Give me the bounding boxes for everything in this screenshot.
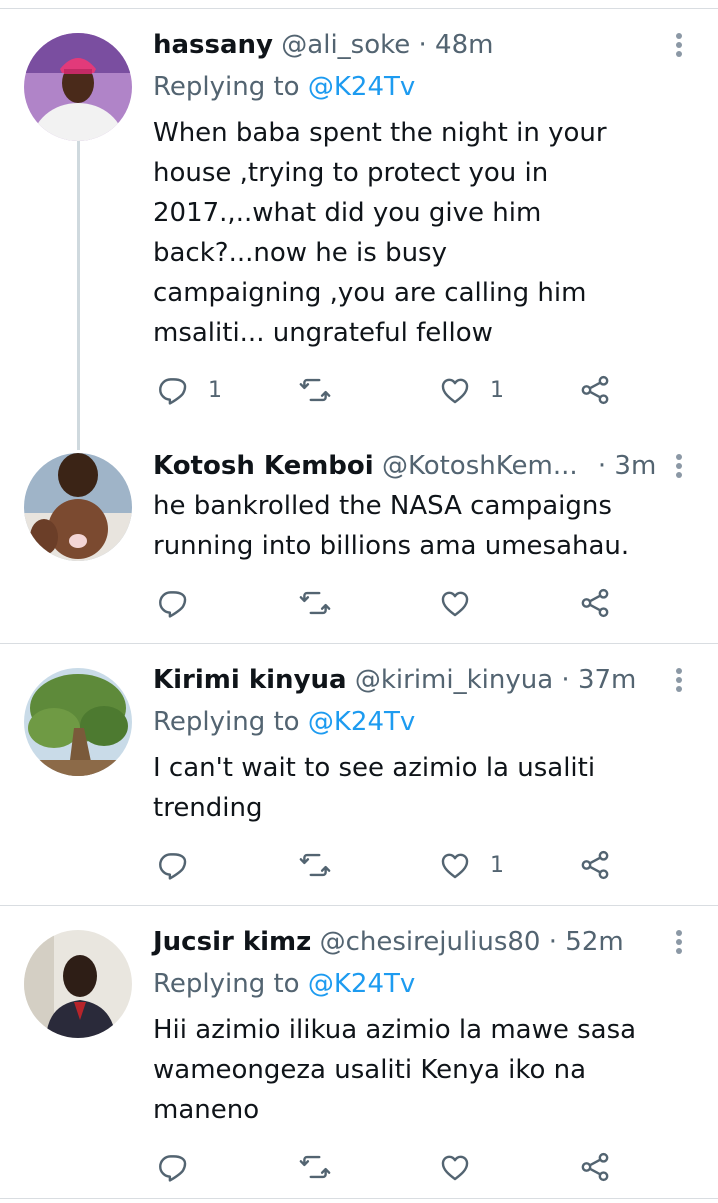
tweet-divider: [0, 643, 718, 644]
share-button[interactable]: [578, 1147, 612, 1187]
replying-to: Replying to @K24Tv: [153, 67, 415, 107]
share-icon: [578, 848, 612, 882]
share-button[interactable]: [578, 583, 612, 623]
tweet-text-line: house ,trying to protect you in: [153, 158, 549, 188]
tweet-header: Kotosh Kemboi @KotoshKem... · 3m: [153, 446, 656, 486]
tweet-text-line: 2017.,..what did you give him: [153, 198, 542, 228]
reply-button[interactable]: [156, 583, 190, 623]
reply-button[interactable]: [156, 1147, 190, 1187]
tweet-text-line: he bankrolled the NASA campaigns: [153, 491, 612, 521]
top-divider: [0, 8, 718, 9]
tweet-text-line: trending: [153, 793, 263, 823]
avatar[interactable]: [24, 930, 132, 1038]
separator: ·: [418, 30, 427, 60]
replying-prefix: Replying to: [153, 72, 300, 102]
display-name[interactable]: hassany: [153, 30, 273, 60]
share-icon: [578, 373, 612, 407]
avatar[interactable]: [24, 453, 132, 561]
share-button[interactable]: [578, 845, 612, 885]
more-vertical-icon[interactable]: [668, 30, 690, 70]
bottom-divider: [0, 1198, 718, 1199]
retweet-button[interactable]: [298, 845, 332, 885]
thread-connector-line: [77, 140, 80, 450]
replying-to: Replying to @K24Tv: [153, 964, 415, 1004]
heart-icon: [438, 848, 472, 882]
timestamp[interactable]: 3m: [614, 451, 656, 481]
more-vertical-icon[interactable]: [668, 927, 690, 967]
retweet-button[interactable]: [298, 583, 332, 623]
tweet-header: Jucsir kimz @chesirejulius80 · 52m: [153, 922, 624, 962]
separator: ·: [597, 451, 607, 481]
tweet-text-line: I can't wait to see azimio la usaliti: [153, 753, 596, 783]
tweet-header: hassany @ali_soke · 48m: [153, 25, 493, 65]
share-button[interactable]: [578, 370, 612, 410]
tweet-text-line: msaliti... ungrateful fellow: [153, 318, 493, 348]
like-button[interactable]: [438, 583, 472, 623]
replying-to-mention[interactable]: @K24Tv: [308, 72, 415, 102]
like-count: 1: [490, 852, 504, 878]
tweet-text-line: Hii azimio ilikua azimio la mawe sasa: [153, 1015, 637, 1045]
timestamp[interactable]: 48m: [435, 30, 493, 60]
tweet-text-line: back?...now he is busy: [153, 238, 447, 268]
handle[interactable]: @KotoshKem...: [382, 451, 578, 481]
tweet-text-line: wameongeza usaliti Kenya iko na: [153, 1055, 587, 1085]
tweet-text-line: When baba spent the night in your: [153, 118, 607, 148]
retweet-button[interactable]: [298, 370, 332, 410]
tweet-text-line: running into billions ama umesahau.: [153, 531, 630, 561]
replying-to-mention[interactable]: @K24Tv: [308, 969, 415, 999]
replying-to-mention[interactable]: @K24Tv: [308, 707, 415, 737]
avatar[interactable]: [24, 33, 132, 141]
tweet-text-line: campaigning ,you are calling him: [153, 278, 587, 308]
like-button[interactable]: 1: [438, 845, 504, 885]
timestamp[interactable]: 37m: [578, 665, 636, 695]
share-icon: [578, 1150, 612, 1184]
retweet-icon: [298, 373, 332, 407]
reply-count: 1: [208, 377, 222, 403]
reply-bubble-icon: [156, 848, 190, 882]
share-icon: [578, 586, 612, 620]
display-name[interactable]: Kirimi kinyua: [153, 665, 347, 695]
reply-bubble-icon: [156, 586, 190, 620]
heart-icon: [438, 373, 472, 407]
heart-icon: [438, 586, 472, 620]
reply-bubble-icon: [156, 373, 190, 407]
reply-bubble-icon: [156, 1150, 190, 1184]
handle[interactable]: @ali_soke: [281, 30, 410, 60]
retweet-icon: [298, 586, 332, 620]
handle[interactable]: @kirimi_kinyua: [355, 665, 553, 695]
replying-prefix: Replying to: [153, 969, 300, 999]
reply-button[interactable]: [156, 845, 190, 885]
more-vertical-icon[interactable]: [668, 665, 690, 705]
replying-prefix: Replying to: [153, 707, 300, 737]
retweet-icon: [298, 848, 332, 882]
separator: ·: [548, 927, 558, 957]
like-button[interactable]: 1: [438, 370, 504, 410]
retweet-button[interactable]: [298, 1147, 332, 1187]
more-vertical-icon[interactable]: [668, 451, 690, 491]
avatar[interactable]: [24, 668, 132, 776]
reply-button[interactable]: 1: [156, 370, 222, 410]
like-count: 1: [490, 377, 504, 403]
display-name[interactable]: Kotosh Kemboi: [153, 451, 374, 481]
replying-to: Replying to @K24Tv: [153, 702, 415, 742]
handle[interactable]: @chesirejulius80: [320, 927, 541, 957]
tweet-text-line: maneno: [153, 1095, 260, 1125]
separator: ·: [561, 665, 570, 695]
display-name[interactable]: Jucsir kimz: [153, 927, 311, 957]
retweet-icon: [298, 1150, 332, 1184]
timestamp[interactable]: 52m: [565, 927, 623, 957]
tweet-divider: [0, 905, 718, 906]
heart-icon: [438, 1150, 472, 1184]
like-button[interactable]: [438, 1147, 472, 1187]
tweet-header: Kirimi kinyua @kirimi_kinyua · 37m: [153, 660, 636, 700]
